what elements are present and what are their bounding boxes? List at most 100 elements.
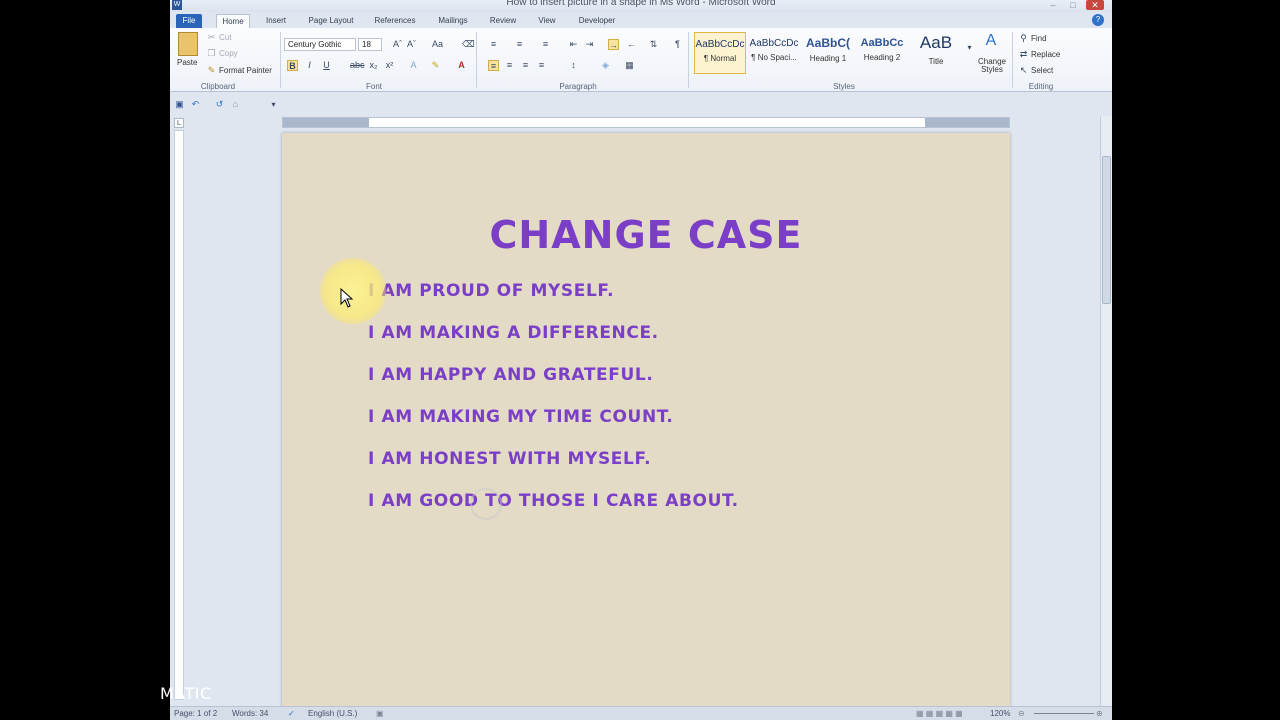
replace-button[interactable]: Replace [1031,50,1060,59]
align-left-icon[interactable]: ≡ [488,60,499,71]
ltr-icon[interactable]: → [608,39,619,50]
multilevel-list-icon[interactable]: ≡ [540,39,551,50]
style-normal[interactable]: AaBbCcDc ¶ Normal [694,32,746,74]
proofing-icon[interactable]: ✓ [288,709,295,718]
word-count[interactable]: Words: 34 [232,709,268,718]
status-bar: Page: 1 of 2 Words: 34 ✓ English (U.S.) … [170,706,1112,720]
tab-home[interactable]: Home [216,14,250,28]
paste-button[interactable]: Paste [177,58,197,67]
subscript-icon[interactable]: x₂ [368,60,379,71]
change-styles-icon[interactable]: A [982,32,1000,50]
highlight-color-icon[interactable]: ✎ [430,60,441,71]
tab-review[interactable]: Review [486,14,520,28]
paste-icon[interactable] [178,32,198,56]
style-name: Heading 1 [809,54,847,63]
change-styles-button[interactable]: Change Styles [976,58,1008,74]
zoom-in-icon[interactable]: ⊕ [1096,709,1103,718]
cut-icon[interactable]: ✂ [206,32,217,43]
superscript-icon[interactable]: x² [384,60,395,71]
save-icon[interactable]: ▣ [174,99,185,110]
tab-selector-icon[interactable]: L [174,118,184,128]
grow-font-icon[interactable]: Aˆ [392,39,403,50]
font-color-icon[interactable]: A [456,60,467,71]
cut-button[interactable]: Cut [219,33,231,42]
style-no-spacing[interactable]: AaBbCcDc ¶ No Spaci... [748,32,800,74]
paragraph-group-label: Paragraph [559,82,597,91]
copy-icon[interactable]: ❐ [206,48,217,59]
select-icon[interactable]: ↖ [1018,65,1029,76]
document-line[interactable]: I AM HONEST WITH MYSELF. [368,449,651,469]
font-family-select[interactable]: Century Gothic [284,38,356,51]
horizontal-ruler[interactable] [282,117,1010,128]
style-title[interactable]: AaB Title [910,32,962,74]
tab-view[interactable]: View [534,14,560,28]
underline-icon[interactable]: U [321,60,332,71]
tab-mailings[interactable]: Mailings [433,14,473,28]
customize-qat-icon[interactable]: ▾ [268,99,279,110]
vertical-ruler[interactable] [174,130,184,700]
zoom-out-icon[interactable]: ⊖ [1018,709,1025,718]
document-title[interactable]: CHANGE CASE [282,213,1010,257]
document-line[interactable]: I AM MAKING A DIFFERENCE. [368,323,659,343]
select-button[interactable]: Select [1031,66,1053,75]
change-case-icon[interactable]: Aa [432,39,443,50]
document-line[interactable]: I AM HAPPY AND GRATEFUL. [368,365,653,385]
zoom-slider[interactable] [1034,713,1094,714]
document-line[interactable]: I AM MAKING MY TIME COUNT. [368,407,673,427]
tab-file[interactable]: File [176,14,202,28]
bold-icon[interactable]: B [287,60,298,71]
vertical-scrollbar[interactable] [1100,116,1112,706]
numbering-icon[interactable]: ≡ [514,39,525,50]
minimize-icon[interactable]: – [1044,0,1062,10]
view-buttons-icon[interactable]: ▦ ▦ ▦ ▦ ▦ [916,709,963,718]
decrease-indent-icon[interactable]: ⇤ [568,39,579,50]
style-sample: AaB [919,33,953,52]
replace-icon[interactable]: ⇄ [1018,49,1029,60]
styles-more-icon[interactable]: ▾ [964,42,975,53]
macro-icon[interactable]: ▣ [376,709,384,718]
show-formatting-icon[interactable]: ¶ [672,39,683,50]
sort-icon[interactable]: ⇅ [648,39,659,50]
rtl-icon[interactable]: ← [626,39,637,50]
align-center-icon[interactable]: ≡ [504,60,515,71]
tab-insert[interactable]: Insert [260,14,292,28]
group-divider [688,32,689,88]
shrink-font-icon[interactable]: Aˇ [406,39,417,50]
zoom-level[interactable]: 120% [990,709,1010,718]
line-spacing-icon[interactable]: ↕ [568,60,579,71]
align-right-icon[interactable]: ≡ [520,60,531,71]
style-heading-1[interactable]: AaBbC( Heading 1 [802,32,854,74]
help-icon[interactable]: ? [1092,14,1104,26]
italic-icon[interactable]: I [304,60,315,71]
undo-icon[interactable]: ↶ [190,99,201,110]
text-effects-icon[interactable]: A [408,60,419,71]
font-size-select[interactable]: 18 [358,38,382,51]
document-line[interactable]: I AM PROUD OF MYSELF. [368,281,614,301]
find-icon[interactable]: ⚲ [1018,33,1029,44]
strikethrough-icon[interactable]: abc [350,60,365,71]
style-heading-2[interactable]: AaBbCc Heading 2 [856,32,908,74]
bullets-icon[interactable]: ≡ [488,39,499,50]
borders-icon[interactable]: ▦ [624,60,635,71]
format-painter-button[interactable]: Format Painter [219,66,272,75]
print-preview-icon[interactable]: ⌂ [230,99,241,110]
language-indicator[interactable]: English (U.S.) [308,709,357,718]
redo-icon[interactable]: ↺ [214,99,225,110]
copy-button[interactable]: Copy [219,49,238,58]
increase-indent-icon[interactable]: ⇥ [584,39,595,50]
find-button[interactable]: Find [1031,34,1047,43]
close-icon[interactable]: ✕ [1086,0,1104,10]
tab-references[interactable]: References [370,14,420,28]
document-page[interactable]: CHANGE CASE I AM PROUD OF MYSELF. I AM M… [282,133,1010,713]
clear-formatting-icon[interactable]: ⌫ [462,39,475,50]
justify-icon[interactable]: ≡ [536,60,547,71]
font-group-label: Font [365,82,382,91]
format-painter-icon[interactable]: ✎ [206,65,217,76]
tab-page-layout[interactable]: Page Layout [304,14,358,28]
document-line[interactable]: I AM GOOD TO THOSE I CARE ABOUT. [368,491,739,511]
shading-icon[interactable]: ◈ [600,60,611,71]
page-count[interactable]: Page: 1 of 2 [174,709,217,718]
tab-developer[interactable]: Developer [574,14,620,28]
maximize-icon[interactable]: □ [1064,0,1082,10]
scrollbar-thumb[interactable] [1102,156,1111,304]
